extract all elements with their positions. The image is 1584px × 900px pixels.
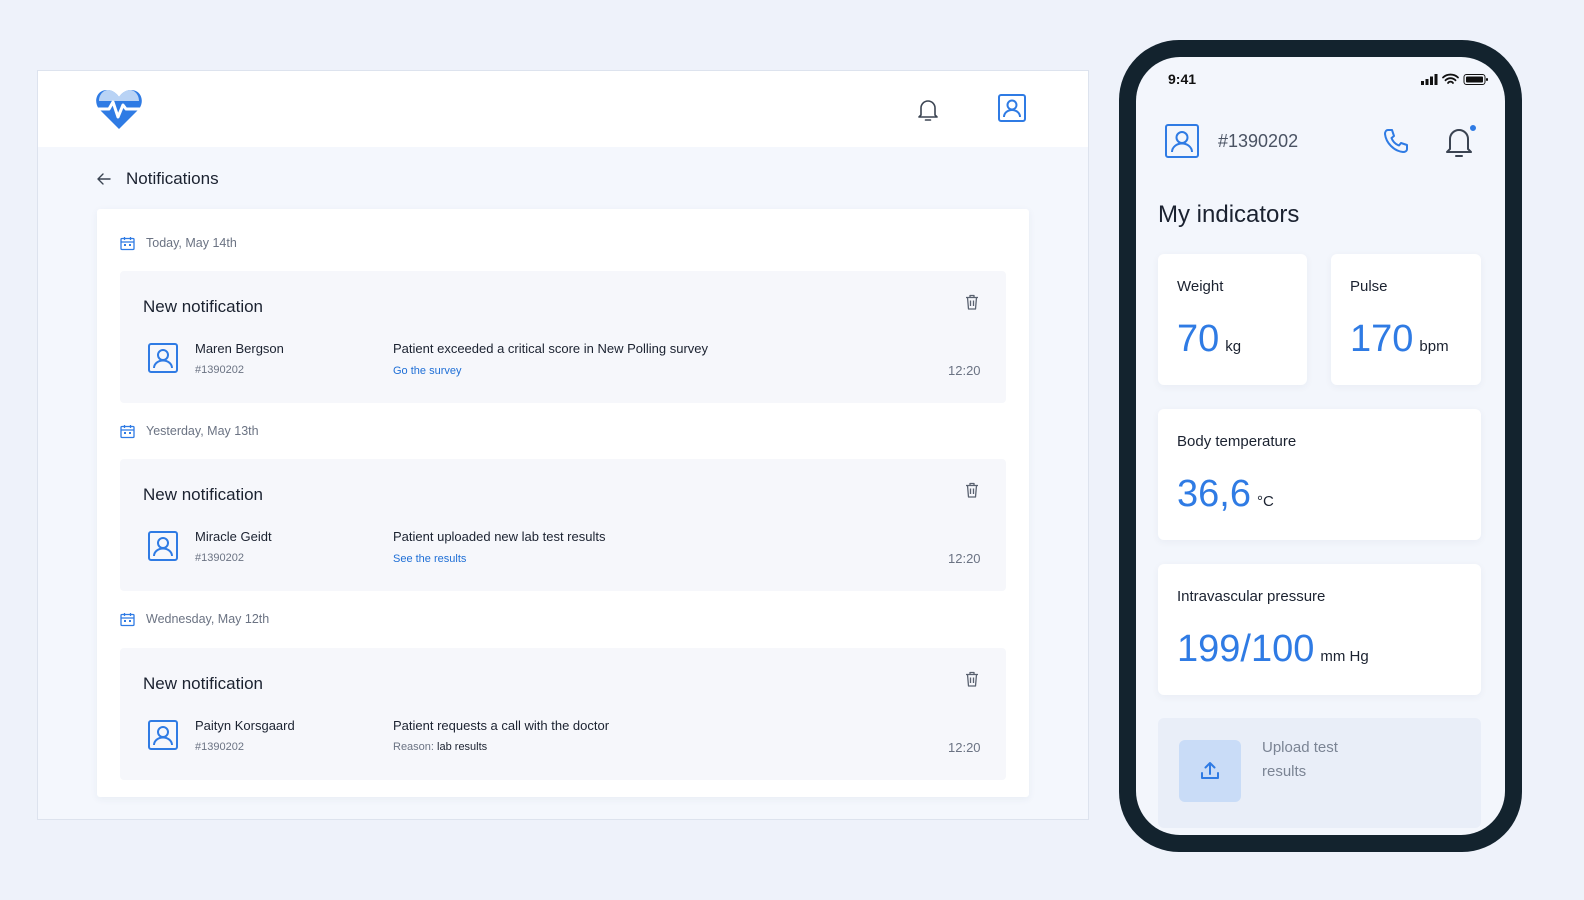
calendar-icon [120,236,135,250]
phone-frame: 9:41 #1390202 My indicators Weight 70 kg [1119,40,1522,852]
weight-value: 70 [1177,318,1220,360]
go-survey-link[interactable]: Go the survey [393,365,461,377]
bell-icon[interactable] [914,96,942,124]
trash-icon[interactable] [963,293,981,311]
patient-id: #1390202 [195,552,244,564]
notification-title: New notification [143,485,264,504]
reason-label: Reason: [393,741,434,753]
arrow-left-icon[interactable] [96,171,112,187]
tile-label: Pulse [1350,278,1388,295]
pressure-unit: mm Hg [1320,648,1369,665]
patient-name: Maren Bergson [195,341,284,356]
notification-message: Patient exceeded a critical score in New… [393,341,709,356]
patient-id: #1390202 [195,741,244,753]
user-square-icon[interactable] [1164,123,1200,159]
patient-id: #1390202 [195,364,244,376]
notification-card[interactable]: New notification Paityn Korsgaard #13902… [120,648,1006,780]
user-square-icon[interactable] [997,93,1027,123]
upload-results-card[interactable]: Upload test results [1158,718,1481,828]
upload-button[interactable] [1179,740,1241,802]
temperature-unit: °C [1256,493,1274,510]
weight-unit: kg [1225,338,1242,355]
notification-time: 12:20 [948,363,981,378]
see-results-link[interactable]: See the results [393,553,466,565]
indicators-title: My indicators [1158,201,1300,228]
trash-icon[interactable] [963,670,981,688]
pressure-value: 199/100 [1177,628,1315,670]
tile-value: 199/100 mm Hg [1177,628,1369,671]
notification-title: New notification [143,674,264,693]
heart-pulse-icon[interactable] [95,87,143,131]
tile-label: Body temperature [1177,433,1297,450]
date-header: Today, May 14th [120,233,237,253]
notification-card[interactable]: New notification Miracle Geidt #1390202 … [120,459,1006,591]
notifications-list: Today, May 14th New notification Maren B… [97,209,1029,797]
desktop-window: Notifications Today, May 14th New notifi… [37,70,1089,820]
notification-dot [1468,123,1478,133]
date-header: Yesterday, May 13th [120,421,259,441]
tile-label: Intravascular pressure [1177,588,1326,605]
status-bar-icons [1421,73,1488,85]
notification-message: Patient uploaded new lab test results [393,529,606,544]
page-title: Notifications [126,169,219,188]
notification-card[interactable]: New notification Maren Bergson #1390202 … [120,271,1006,403]
date-label: Yesterday, May 13th [146,424,259,438]
upload-label: Upload test results [1262,739,1338,780]
phone-call-icon[interactable] [1382,127,1410,155]
tile-value: 70 kg [1177,318,1241,361]
temperature-value: 36,6 [1177,473,1251,515]
reason-text: Reason: lab results [393,741,487,753]
pulse-unit: bpm [1419,338,1449,355]
calendar-icon [120,424,135,438]
notification-time: 12:20 [948,551,981,566]
back-link[interactable]: Notifications [96,167,219,191]
date-header: Wednesday, May 12th [120,609,269,629]
notification-title: New notification [143,297,264,316]
trash-icon[interactable] [963,481,981,499]
reason-value: lab results [433,741,488,753]
date-label: Wednesday, May 12th [146,612,270,626]
status-time: 9:41 [1168,71,1197,87]
notification-time: 12:20 [948,740,981,755]
weight-tile[interactable]: Weight 70 kg [1158,254,1307,385]
patient-name: Paityn Korsgaard [195,718,295,733]
patient-id: #1390202 [1218,131,1299,151]
calendar-icon [120,612,135,626]
patient-name: Miracle Geidt [195,529,272,544]
user-square-icon [148,343,178,373]
top-bar [38,71,1088,147]
tile-value: 170 bpm [1350,318,1449,361]
user-square-icon [148,720,178,750]
tile-value: 36,6 °C [1177,473,1274,516]
notification-message: Patient requests a call with the doctor [393,718,610,733]
user-square-icon [148,531,178,561]
temperature-tile[interactable]: Body temperature 36,6 °C [1158,409,1481,540]
pulse-tile[interactable]: Pulse 170 bpm [1331,254,1481,385]
upload-icon [1201,762,1219,779]
date-label: Today, May 14th [146,236,237,250]
pressure-tile[interactable]: Intravascular pressure 199/100 mm Hg [1158,564,1481,695]
phone-screen: 9:41 #1390202 My indicators Weight 70 kg [1136,57,1505,835]
tile-label: Weight [1177,278,1224,295]
pulse-value: 170 [1350,318,1414,360]
